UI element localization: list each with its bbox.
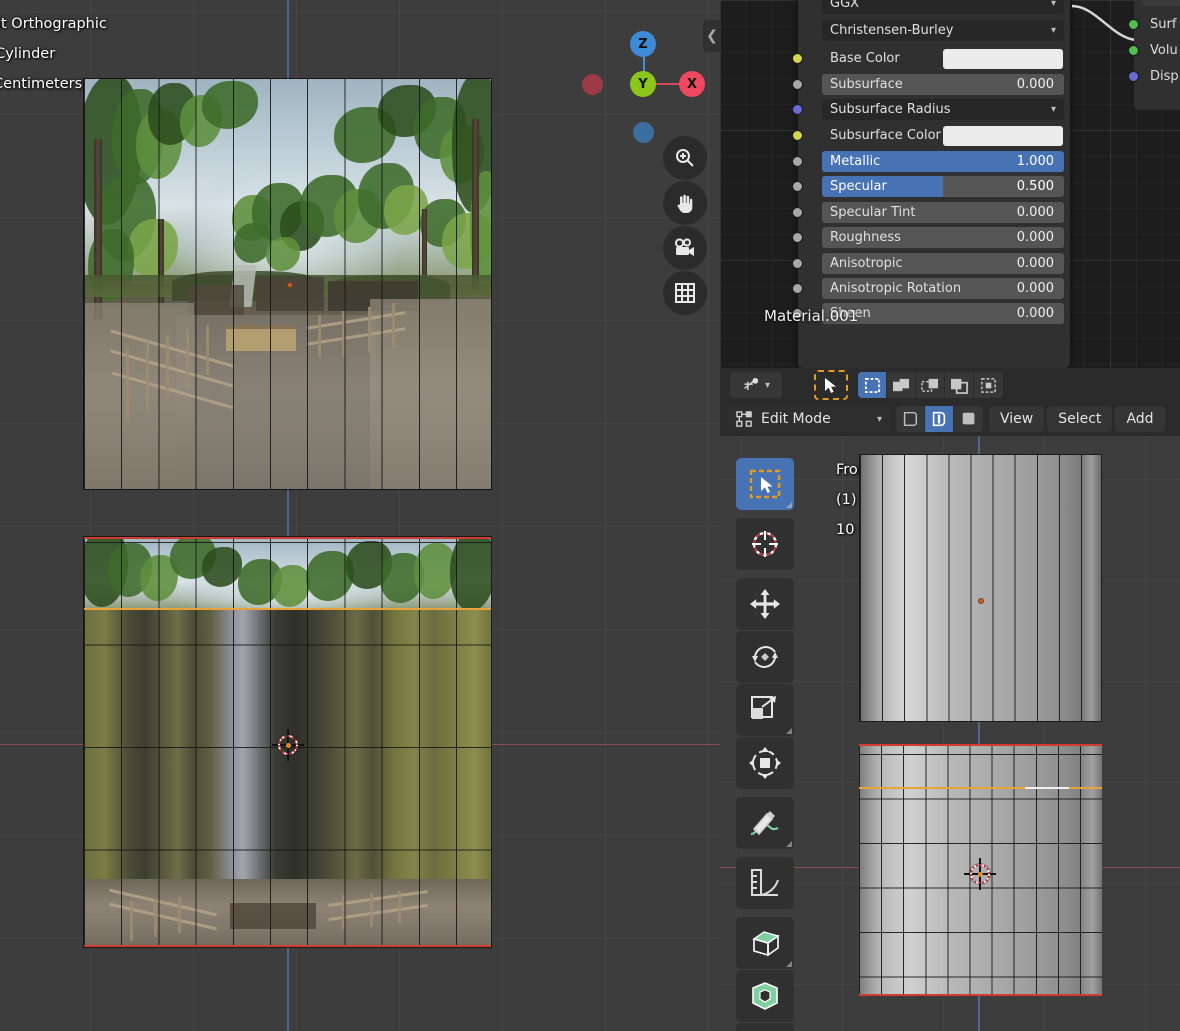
anisotropic-rotation-row[interactable]: Anisotropic Rotation 0.000 [822,278,1064,299]
object-origin-marker [287,282,293,288]
select-menu[interactable]: Select [1047,406,1113,432]
active-edge-segment [1025,786,1069,789]
anisotropic-rotation-socket[interactable] [792,283,803,294]
mesh-body-shading [84,609,491,879]
gizmo-axis-x-negative[interactable] [582,74,603,95]
viewport-toolbar [736,458,794,1031]
subsurface-socket[interactable] [792,79,803,90]
mode-label: Edit Mode [761,411,831,427]
chevron-down-icon: ▾ [1050,0,1056,9]
subsurface-method-dropdown[interactable]: Christensen-Burley ▾ [822,20,1064,41]
cylinder-top-vertical-edges [860,455,1101,721]
chevron-down-icon: ▾ [1050,25,1056,36]
anisotropic-socket[interactable] [792,258,803,269]
navigation-gizmo[interactable]: Z Y X [578,18,708,143]
specular-tint-socket[interactable] [792,207,803,218]
mesh-select-mode-group[interactable] [896,406,983,432]
rotate-tool[interactable] [736,631,794,683]
gizmo-axis-y-positive[interactable]: Y [630,71,656,97]
gizmo-axis-z-positive[interactable]: Z [630,31,656,57]
gizmo-axis-z-negative[interactable] [633,122,654,143]
selected-edge-bottom [84,945,491,947]
material-name-label: Material.001 [764,307,859,325]
viewport-header-row-1: ▾ [720,368,1180,402]
view-menu[interactable]: View [989,406,1045,432]
mesh-top-texture-band [84,537,491,609]
subsurface-row[interactable]: Subsurface 0.000 [822,74,1064,95]
cylinder-bottom-horizontal-edges [859,744,1102,996]
distribution-dropdown[interactable]: GGX ▾ [822,0,1064,14]
panorama-textured-mesh[interactable] [83,78,492,490]
mode-selector[interactable]: Edit Mode ▾ [728,406,890,432]
viewport-nav-buttons [663,136,709,316]
select-subtract-icon[interactable] [916,372,945,398]
subsurface-radius-socket[interactable] [792,104,803,115]
vertex-select-icon[interactable] [896,406,925,432]
snap-magnet-icon[interactable]: ▾ [730,372,782,398]
subsurface-color-swatch[interactable] [943,125,1063,146]
base-color-socket[interactable] [792,53,803,64]
volume-input-socket[interactable] [1128,45,1139,56]
chevron-left-icon[interactable]: ❮ [703,20,720,52]
move-tool[interactable] [736,578,794,630]
subsurface-radius-row[interactable]: Subsurface Radius ▾ [822,99,1064,120]
inset-faces-tool[interactable] [736,970,794,1022]
specular-slider[interactable]: Specular 0.500 [822,176,1064,197]
select-invert-icon[interactable] [945,372,974,398]
select-mode-group[interactable] [858,372,1003,398]
right-3d-viewport[interactable]: ▾ Edit Mode ▾ View Select Add Front (1) … [720,368,1180,1031]
active-edge-loop [84,608,491,610]
tweak-select-box-tool[interactable] [736,458,794,510]
chevron-down-icon: ▾ [876,413,882,425]
select-intersect-icon[interactable] [974,372,1003,398]
subsurface-color-socket[interactable] [792,130,803,141]
chevron-down-icon: ▾ [764,379,771,391]
output-target-pill[interactable]: All [1142,0,1180,6]
specular-tint-row[interactable]: Specular Tint 0.000 [822,202,1064,223]
cylinder-mesh-bottom[interactable] [859,744,1102,996]
material-output-node[interactable]: All Surf Volu Disp [1128,0,1180,110]
cursor-tool[interactable] [736,518,794,570]
selected-edge-top [84,537,491,539]
mesh-bottom-texture-band [84,879,491,947]
zoom-icon[interactable] [663,136,707,180]
metallic-socket[interactable] [792,156,803,167]
cylinder-mesh-top[interactable] [859,454,1102,722]
edit-mode-icon [736,410,752,427]
cursor-tool-button[interactable] [814,370,848,400]
measure-tool[interactable] [736,857,794,909]
scale-tool[interactable] [736,684,794,736]
edge-select-icon[interactable] [925,406,954,432]
roughness-socket[interactable] [792,232,803,243]
select-extend-icon[interactable] [887,372,916,398]
base-color-row[interactable]: Base Color [822,48,1064,69]
selected-edge-loop-top [859,744,1102,746]
chevron-down-icon: ▾ [1050,104,1056,115]
displacement-input-socket[interactable] [1128,71,1139,82]
gizmo-axis-x-positive[interactable]: X [679,71,705,97]
bevel-tool[interactable] [736,1023,794,1031]
extrude-region-tool[interactable] [736,917,794,969]
specular-socket[interactable] [792,181,803,192]
metallic-slider[interactable]: Metallic 1.000 [822,151,1064,172]
camera-icon[interactable] [663,226,707,270]
select-set-icon[interactable] [858,372,887,398]
add-menu[interactable]: Add [1115,406,1165,432]
material-preview-mesh[interactable] [83,536,492,948]
cylinder-origin-marker [978,598,984,604]
anisotropic-row[interactable]: Anisotropic 0.000 [822,253,1064,274]
selected-edge-loop-bottom [859,994,1102,996]
surface-input-socket[interactable] [1128,19,1139,30]
left-3d-viewport[interactable]: Front Orthographic (1) Cylinder 10 Centi… [0,0,720,1031]
base-color-swatch[interactable] [943,48,1063,69]
transform-tool[interactable] [736,737,794,789]
hand-icon[interactable] [663,181,707,225]
face-select-icon[interactable] [954,406,983,432]
roughness-row[interactable]: Roughness 0.000 [822,227,1064,248]
annotate-tool[interactable] [736,797,794,849]
viewport-header-row-2: Edit Mode ▾ View Select Add [720,402,1180,436]
grid-icon[interactable] [663,271,707,315]
subsurface-color-row[interactable]: Subsurface Color [822,125,1064,146]
